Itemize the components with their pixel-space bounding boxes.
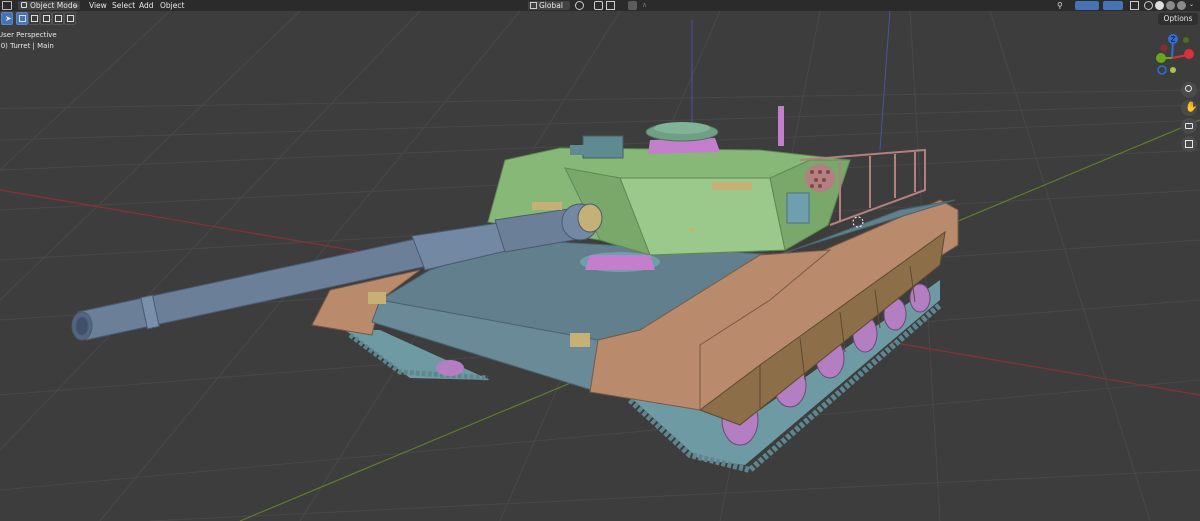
- snap-icon[interactable]: [594, 1, 603, 10]
- snap-target-icon[interactable]: [606, 1, 615, 10]
- select-tool-button[interactable]: ➤: [1, 12, 13, 25]
- menu-select[interactable]: Select: [112, 0, 135, 11]
- gizmo-toggle[interactable]: [1075, 1, 1099, 10]
- visibility-icon[interactable]: ⚲: [1057, 1, 1067, 10]
- transform-orientation-selector[interactable]: Global: [528, 1, 570, 10]
- xray-icon[interactable]: [1130, 1, 1139, 10]
- select-intersect-icon: [67, 15, 74, 22]
- proportional-edit-icon[interactable]: [628, 1, 637, 10]
- menu-view[interactable]: View: [89, 0, 107, 11]
- zoom-icon: [1185, 85, 1192, 92]
- chevron-down-icon: ⌄: [74, 2, 80, 9]
- mode-selector[interactable]: Object Mode ⌄: [18, 1, 80, 10]
- ortho-toggle-button[interactable]: [1181, 136, 1197, 152]
- select-mode-invert-button[interactable]: [52, 12, 64, 25]
- object-mode-icon: [21, 2, 27, 8]
- 3d-viewport[interactable]: [0, 9, 1200, 521]
- select-extend-icon: [31, 15, 38, 22]
- x-axis-handle: [1184, 49, 1194, 59]
- select-mode-extend-button[interactable]: [28, 12, 40, 25]
- pivot-icon[interactable]: [575, 1, 584, 10]
- mode-label: Object Mode: [30, 1, 78, 10]
- menu-add[interactable]: Add: [139, 0, 154, 11]
- y-axis-handle: [1156, 53, 1166, 63]
- grid-icon: [1185, 140, 1193, 148]
- falloff-icon[interactable]: ∧: [642, 1, 652, 10]
- select-mode-subtract-button[interactable]: [40, 12, 52, 25]
- solid-shading-icon[interactable]: [1155, 1, 1164, 10]
- object-info: (0) Turret | Main: [0, 42, 54, 50]
- menu-object[interactable]: Object: [160, 0, 184, 11]
- view-name: User Perspective: [0, 31, 57, 39]
- rendered-shading-icon[interactable]: [1177, 1, 1186, 10]
- shading-options-chevron-icon[interactable]: ⌄: [1189, 0, 1197, 9]
- select-mode-new-button[interactable]: [16, 12, 28, 25]
- select-invert-icon: [55, 15, 62, 22]
- neg-y-axis-handle: [1183, 37, 1189, 43]
- pan-button[interactable]: ✋: [1181, 100, 1197, 116]
- material-shading-icon[interactable]: [1166, 1, 1175, 10]
- camera-icon: [1185, 123, 1193, 129]
- orientation-label: Global: [539, 1, 563, 10]
- neg-z-axis-handle: [1157, 65, 1167, 75]
- editor-type-icon[interactable]: [2, 1, 12, 10]
- orientation-icon: [530, 2, 537, 9]
- hand-icon: ✋: [1185, 102, 1198, 113]
- viewport-header: Object Mode ⌄ View Select Add Object Glo…: [0, 0, 1200, 11]
- zoom-button[interactable]: [1181, 82, 1197, 98]
- select-mode-intersect-button[interactable]: [64, 12, 76, 25]
- neg-x-axis-handle: [1160, 44, 1168, 52]
- wireframe-shading-icon[interactable]: [1144, 1, 1153, 10]
- options-button[interactable]: Options: [1158, 13, 1198, 25]
- navigation-gizmo[interactable]: Z: [1152, 32, 1198, 78]
- overlay-toggle[interactable]: [1103, 1, 1123, 10]
- camera-view-button[interactable]: [1181, 118, 1197, 134]
- cursor-icon: ➤: [5, 14, 12, 23]
- z-axis-label: Z: [1171, 36, 1176, 44]
- select-subtract-icon: [43, 15, 50, 22]
- scene-canvas[interactable]: [0, 9, 1200, 521]
- select-new-icon: [19, 15, 26, 22]
